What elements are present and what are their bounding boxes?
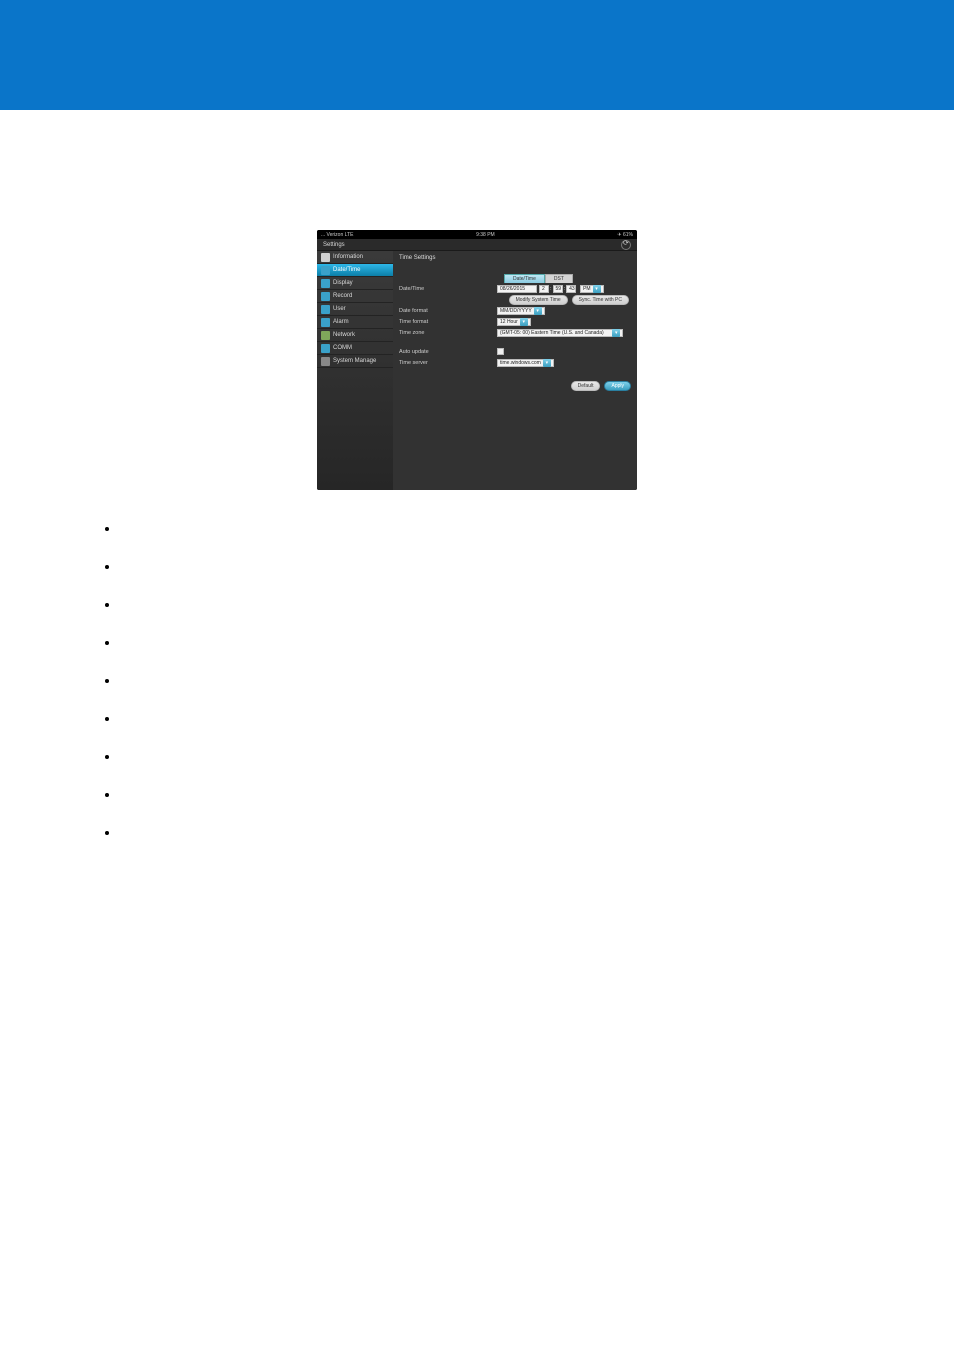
chevron-down-icon: ▾ [593,285,601,293]
settings-sidebar: Information Date/Time Display Record Use… [317,251,393,490]
list-item [120,596,954,610]
list-item [120,748,954,762]
sidebar-item-label: System Manage [333,358,376,364]
carrier-label: ... Verizon LTE [321,232,353,238]
colon: : [564,286,566,292]
chevron-down-icon: ▾ [520,318,528,326]
settings-tabs: Date/Time DST [504,274,573,283]
alarm-icon [321,318,330,327]
ampm-value: PM [583,286,591,292]
list-item [120,520,954,534]
colon: : [550,286,552,292]
tab-datetime[interactable]: Date/Time [504,274,545,283]
label-datetime: Date/Time [399,286,497,292]
row-time-format: Time format 12 Hour ▾ [399,316,631,327]
list-item [120,824,954,838]
sidebar-item-label: Alarm [333,319,349,325]
page-header-band [0,0,954,110]
tools-icon [321,357,330,366]
default-button[interactable]: Default [571,381,601,391]
time-settings-form: Date/Time 08/26/2015 2 : 59 : 43 PM ▾ Mo… [399,283,631,368]
label-time-server: Time server [399,360,497,366]
time-zone-value: (GMT-05: 00) Eastern Time (U.S. and Cana… [500,330,610,336]
chevron-down-icon: ▾ [543,359,551,367]
back-button[interactable]: Settings [323,242,345,248]
settings-panel: Time Settings Date/Time DST Date/Time 08… [393,251,637,490]
sidebar-item-label: Date/Time [333,267,360,273]
apply-button[interactable]: Apply [604,381,631,391]
window-titlebar: Settings [317,239,637,251]
row-modify-sync: Modify System Time Sync. Time with PC [399,294,631,305]
auto-update-checkbox[interactable] [497,348,504,355]
sidebar-item-network[interactable]: Network [317,329,393,342]
clock-label: 9:38 PM [476,232,495,238]
row-time-zone: Time zone (GMT-05: 00) Eastern Time (U.S… [399,327,631,338]
sidebar-item-label: COMM [333,345,352,351]
panel-actions: Default Apply [567,381,631,391]
date-format-value: MM/DD/YYYY [500,308,532,314]
date-input[interactable]: 08/26/2015 [497,285,537,293]
list-item [120,634,954,648]
sidebar-item-label: Information [333,254,363,260]
sidebar-item-display[interactable]: Display [317,277,393,290]
ampm-select[interactable]: PM ▾ [580,285,604,293]
sidebar-item-datetime[interactable]: Date/Time [317,264,393,277]
row-time-server: Time server time.windows.com ▾ [399,357,631,368]
time-zone-select[interactable]: (GMT-05: 00) Eastern Time (U.S. and Cana… [497,329,623,337]
time-server-value: time.windows.com [500,360,541,366]
bullet-list [120,520,954,838]
minute-input[interactable]: 59 [553,285,563,293]
row-datetime: Date/Time 08/26/2015 2 : 59 : 43 PM ▾ [399,283,631,294]
modify-system-time-button[interactable]: Modify System Time [509,295,568,305]
battery-label: ✈ 61% [617,232,633,238]
time-server-select[interactable]: time.windows.com ▾ [497,359,554,367]
sidebar-item-information[interactable]: Information [317,251,393,264]
sidebar-item-label: Display [333,280,353,286]
row-auto-update: Auto update [399,346,631,357]
sidebar-item-record[interactable]: Record [317,290,393,303]
chevron-down-icon: ▾ [534,307,542,315]
sidebar-item-comm[interactable]: COMM [317,342,393,355]
sidebar-item-user[interactable]: User [317,303,393,316]
figure-container: ... Verizon LTE 9:38 PM ✈ 61% Settings I… [0,230,954,490]
time-format-value: 12 Hour [500,319,518,325]
comm-icon [321,344,330,353]
refresh-icon[interactable] [621,240,631,250]
list-item [120,558,954,572]
hour-input[interactable]: 2 [539,285,549,293]
clock-icon [321,266,330,275]
label-date-format: Date format [399,308,497,314]
sidebar-item-system-manage[interactable]: System Manage [317,355,393,368]
chevron-down-icon: ▾ [612,329,620,337]
sidebar-item-label: Record [333,293,352,299]
sidebar-item-label: Network [333,332,355,338]
monitor-icon [321,253,330,262]
sidebar-item-label: User [333,306,346,312]
label-auto-update: Auto update [399,349,497,355]
list-item [120,710,954,724]
panel-title: Time Settings [393,251,637,263]
display-icon [321,279,330,288]
network-icon [321,331,330,340]
label-time-format: Time format [399,319,497,325]
label-time-zone: Time zone [399,330,497,336]
user-icon [321,305,330,314]
ios-statusbar: ... Verizon LTE 9:38 PM ✈ 61% [317,230,637,239]
date-format-select[interactable]: MM/DD/YYYY ▾ [497,307,545,315]
tab-dst[interactable]: DST [545,274,573,283]
list-item [120,786,954,800]
record-icon [321,292,330,301]
second-input[interactable]: 43 [566,285,576,293]
settings-screenshot: ... Verizon LTE 9:38 PM ✈ 61% Settings I… [317,230,637,490]
row-date-format: Date format MM/DD/YYYY ▾ [399,305,631,316]
sidebar-item-alarm[interactable]: Alarm [317,316,393,329]
list-item [120,672,954,686]
time-format-select[interactable]: 12 Hour ▾ [497,318,531,326]
sync-time-with-pc-button[interactable]: Sync. Time with PC [572,295,629,305]
